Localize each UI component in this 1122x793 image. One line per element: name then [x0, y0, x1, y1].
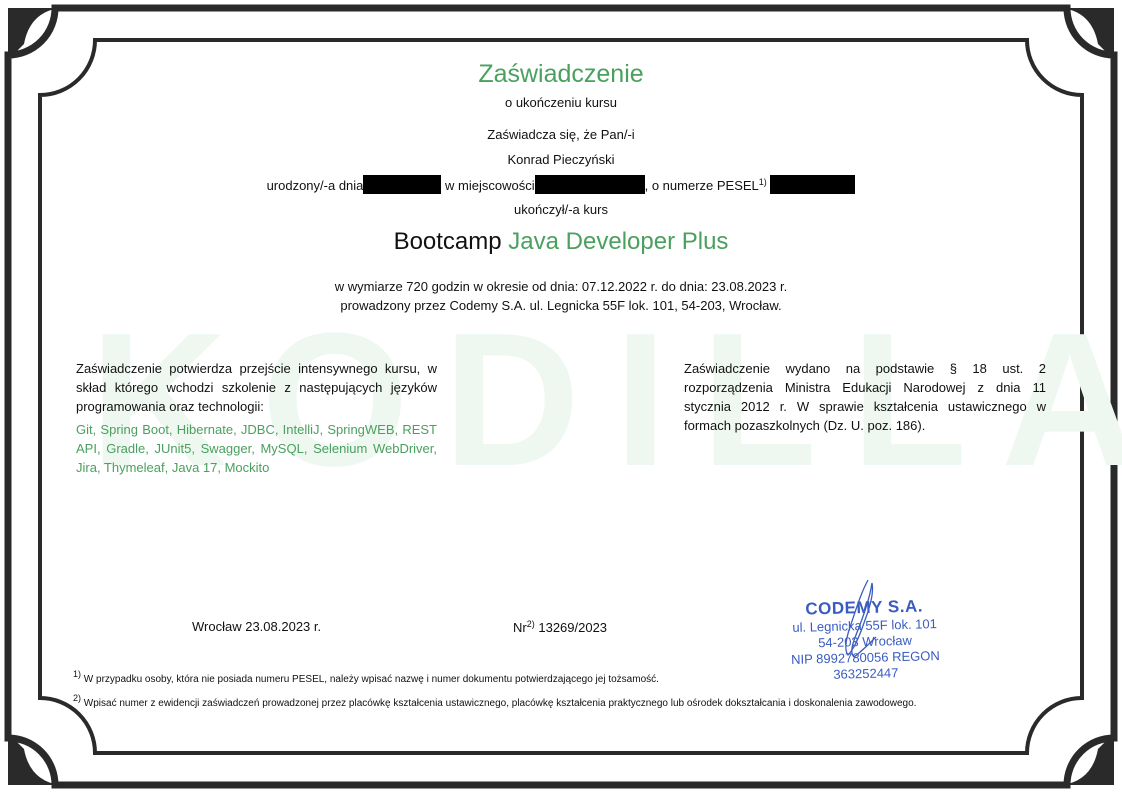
technology-list: Git, Spring Boot, Hibernate, JDBC, Intel…: [76, 422, 437, 475]
certificate-subtitle: o ukończeniu kursu: [504, 95, 617, 110]
footnote-mark: 2): [526, 619, 535, 629]
birth-line: urodzony/-a dnia w miejscowości , o numer…: [0, 175, 1122, 194]
footnote-mark: 1): [73, 669, 82, 679]
completed-line: ukończył/-a kurs: [514, 202, 608, 217]
certifies-line: Zaświadcza się, że Pan/-i: [487, 127, 635, 142]
footnote-text: Wpisać numer z ewidencji zaświadczeń pro…: [83, 698, 917, 709]
footnote-mark: 2): [73, 693, 82, 703]
number-value: 13269/2023: [538, 620, 608, 635]
number-label: Nr: [513, 620, 527, 635]
right-paragraph: Zaświadczenie wydano na podstawie § 18 u…: [684, 361, 1046, 433]
course-name: Java Developer Plus: [508, 228, 729, 255]
footnote-mark: 1): [758, 177, 767, 187]
redacted-birth-place: [534, 175, 645, 194]
left-paragraph-intro: Zaświadczenie potwierdza przejście inten…: [76, 361, 437, 414]
redacted-birth-date: [363, 175, 442, 194]
footnote-2: 2) Wpisać numer z ewidencji zaświadczeń …: [73, 694, 917, 710]
place-date: Wrocław 23.08.2023 r.: [192, 619, 322, 634]
footnote-1: 1) W przypadku osoby, która nie posiada …: [73, 670, 659, 686]
course-title: Bootcamp Java Developer Plus: [0, 228, 1122, 256]
in-place-label: w miejscowości: [445, 178, 535, 193]
course-prefix: Bootcamp: [393, 228, 502, 255]
certificate-title: Zaświadczenie: [478, 60, 644, 88]
provider-line: prowadzony przez Codemy S.A. ul. Legnick…: [340, 298, 782, 313]
born-on-label: urodzony/-a dnia: [266, 178, 364, 193]
redacted-pesel: [770, 175, 856, 194]
signature: [845, 579, 877, 658]
duration-line: w wymiarze 720 godzin w okresie od dnia:…: [334, 279, 788, 294]
person-name: Konrad Pieczyński: [507, 152, 615, 167]
footnote-text: W przypadku osoby, która nie posiada num…: [83, 674, 659, 685]
pesel-label: , o numerze PESEL: [644, 178, 759, 193]
left-paragraph: Zaświadczenie potwierdza przejście inten…: [76, 359, 437, 477]
certificate-number: Nr2) 13269/2023: [513, 619, 608, 636]
